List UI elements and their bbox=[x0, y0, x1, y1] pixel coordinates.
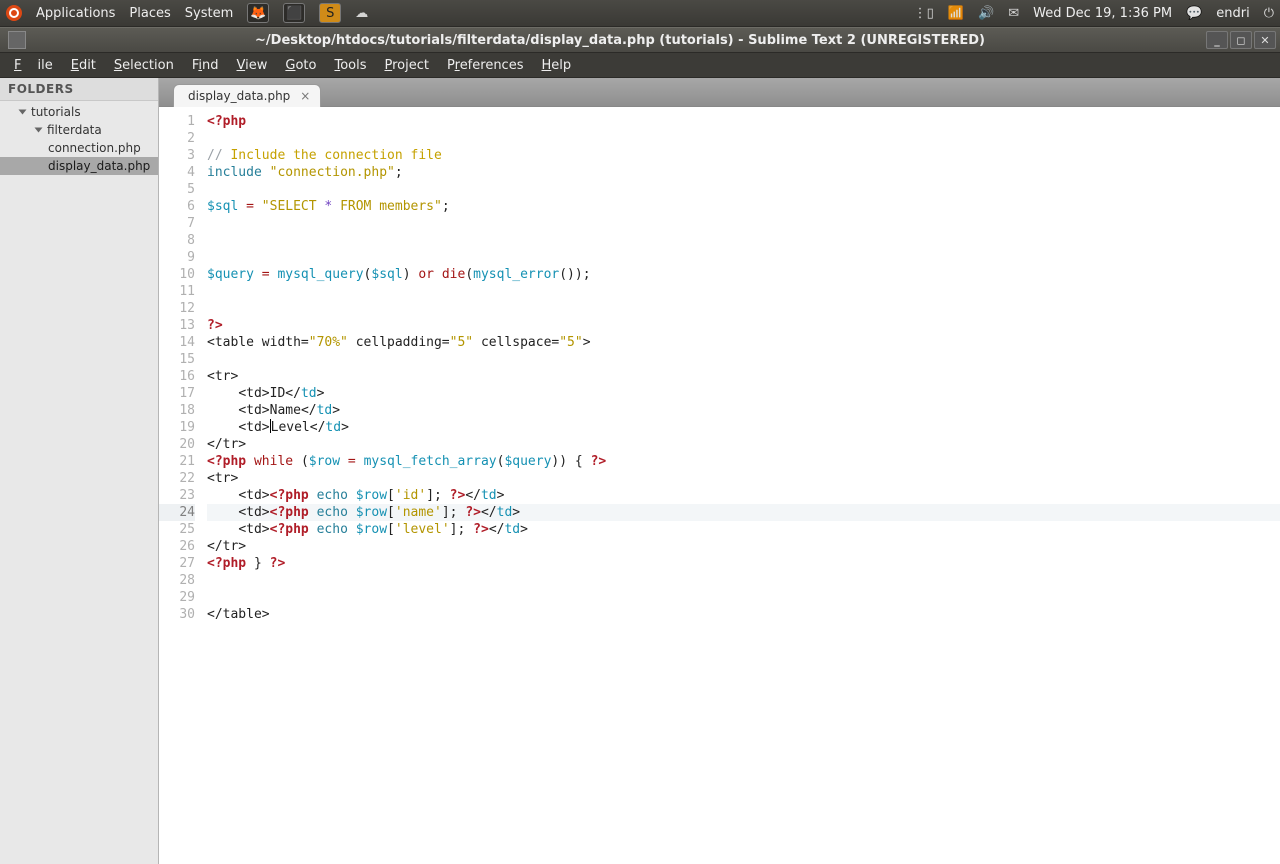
network-icon[interactable]: 📶 bbox=[948, 6, 964, 21]
twisty-icon bbox=[19, 110, 27, 115]
window-close-button[interactable]: ✕ bbox=[1254, 31, 1276, 49]
code-line[interactable]: $query = mysql_query($sql) or die(mysql_… bbox=[207, 266, 1280, 283]
sidebar-folder-filterdata[interactable]: filterdata bbox=[0, 121, 158, 139]
menu-goto[interactable]: Goto bbox=[277, 56, 324, 75]
code-line[interactable] bbox=[207, 300, 1280, 317]
code-line[interactable]: <tr> bbox=[207, 368, 1280, 385]
menu-tools[interactable]: Tools bbox=[326, 56, 374, 75]
code-line[interactable]: </tr> bbox=[207, 538, 1280, 555]
app-menubar: File Edit Selection Find View Goto Tools… bbox=[0, 53, 1280, 78]
code-line[interactable] bbox=[207, 283, 1280, 300]
firefox-launcher-icon[interactable]: 🦊 bbox=[247, 3, 269, 23]
code-line[interactable]: <?php bbox=[207, 113, 1280, 130]
panel-user[interactable]: endri bbox=[1216, 6, 1249, 21]
code-line[interactable]: <tr> bbox=[207, 470, 1280, 487]
code-line[interactable] bbox=[207, 181, 1280, 198]
code-line[interactable] bbox=[207, 351, 1280, 368]
window-app-icon bbox=[8, 31, 26, 49]
folders-sidebar: FOLDERS tutorials filterdata connection.… bbox=[0, 78, 159, 864]
window-title: ~/Desktop/htdocs/tutorials/filterdata/di… bbox=[34, 33, 1206, 48]
code-content[interactable]: <?php // Include the connection fileincl… bbox=[203, 107, 1280, 864]
menu-help[interactable]: Help bbox=[533, 56, 579, 75]
sublime-launcher-icon[interactable]: S bbox=[319, 3, 341, 23]
terminal-launcher-icon[interactable]: ⬛ bbox=[283, 3, 305, 23]
tab-display-data[interactable]: display_data.php × bbox=[173, 84, 321, 107]
tab-close-icon[interactable]: × bbox=[300, 89, 310, 103]
sidebar-file-display-data[interactable]: display_data.php bbox=[0, 157, 158, 175]
menu-preferences[interactable]: Preferences bbox=[439, 56, 531, 75]
line-number-gutter: 1234567891011121314151617181920212223242… bbox=[159, 107, 203, 864]
tab-bar: display_data.php × bbox=[159, 78, 1280, 107]
code-line[interactable]: <td><?php echo $row['level']; ?></td> bbox=[207, 521, 1280, 538]
code-line[interactable]: <?php while ($row = mysql_fetch_array($q… bbox=[207, 453, 1280, 470]
panel-clock[interactable]: Wed Dec 19, 1:36 PM bbox=[1033, 6, 1172, 21]
menu-project[interactable]: Project bbox=[377, 56, 438, 75]
code-line[interactable]: <td><?php echo $row['name']; ?></td> bbox=[207, 504, 1280, 521]
power-icon[interactable]: ⏻ bbox=[1264, 6, 1274, 21]
tab-label: display_data.php bbox=[188, 89, 290, 103]
misc-launcher-icon[interactable]: ☁ bbox=[355, 6, 368, 21]
code-line[interactable]: include "connection.php"; bbox=[207, 164, 1280, 181]
desktop-top-panel: Applications Places System 🦊 ⬛ S ☁ ⋮▯ 📶 … bbox=[0, 0, 1280, 27]
sidebar-header: FOLDERS bbox=[0, 78, 158, 101]
ubuntu-logo-icon[interactable] bbox=[6, 5, 22, 21]
menu-find[interactable]: Find bbox=[184, 56, 227, 75]
menu-file[interactable]: File bbox=[6, 56, 61, 75]
menu-view[interactable]: View bbox=[229, 56, 276, 75]
code-line[interactable] bbox=[207, 572, 1280, 589]
twisty-icon bbox=[35, 128, 43, 133]
code-line[interactable]: <?php } ?> bbox=[207, 555, 1280, 572]
sidebar-file-connection[interactable]: connection.php bbox=[0, 139, 158, 157]
code-line[interactable] bbox=[207, 589, 1280, 606]
mail-icon[interactable]: ✉ bbox=[1008, 6, 1019, 21]
code-line[interactable]: <td>ID</td> bbox=[207, 385, 1280, 402]
code-line[interactable]: $sql = "SELECT * FROM members"; bbox=[207, 198, 1280, 215]
code-editor[interactable]: 1234567891011121314151617181920212223242… bbox=[159, 107, 1280, 864]
code-line[interactable]: <td>Name</td> bbox=[207, 402, 1280, 419]
panel-menu-applications[interactable]: Applications bbox=[36, 6, 115, 21]
code-line[interactable]: // Include the connection file bbox=[207, 147, 1280, 164]
code-line[interactable] bbox=[207, 249, 1280, 266]
menu-edit[interactable]: Edit bbox=[63, 56, 104, 75]
window-titlebar[interactable]: ~/Desktop/htdocs/tutorials/filterdata/di… bbox=[0, 27, 1280, 53]
code-line[interactable]: <td><?php echo $row['id']; ?></td> bbox=[207, 487, 1280, 504]
sidebar-folder-root[interactable]: tutorials bbox=[0, 103, 158, 121]
code-line[interactable]: </tr> bbox=[207, 436, 1280, 453]
code-line[interactable] bbox=[207, 130, 1280, 147]
panel-menu-system[interactable]: System bbox=[185, 6, 233, 21]
code-line[interactable] bbox=[207, 215, 1280, 232]
volume-icon[interactable]: 🔊 bbox=[978, 6, 994, 21]
window-minimize-button[interactable]: _ bbox=[1206, 31, 1228, 49]
code-line[interactable]: <td>Level</td> bbox=[207, 419, 1280, 436]
code-line[interactable] bbox=[207, 232, 1280, 249]
window-maximize-button[interactable]: ◻ bbox=[1230, 31, 1252, 49]
panel-menu-places[interactable]: Places bbox=[129, 6, 170, 21]
indicator-icon[interactable]: ⋮▯ bbox=[914, 6, 934, 21]
menu-selection[interactable]: Selection bbox=[106, 56, 182, 75]
code-line[interactable]: </table> bbox=[207, 606, 1280, 623]
user-status-icon[interactable]: 💬 bbox=[1186, 6, 1202, 21]
code-line[interactable]: <table width="70%" cellpadding="5" cells… bbox=[207, 334, 1280, 351]
code-line[interactable]: ?> bbox=[207, 317, 1280, 334]
